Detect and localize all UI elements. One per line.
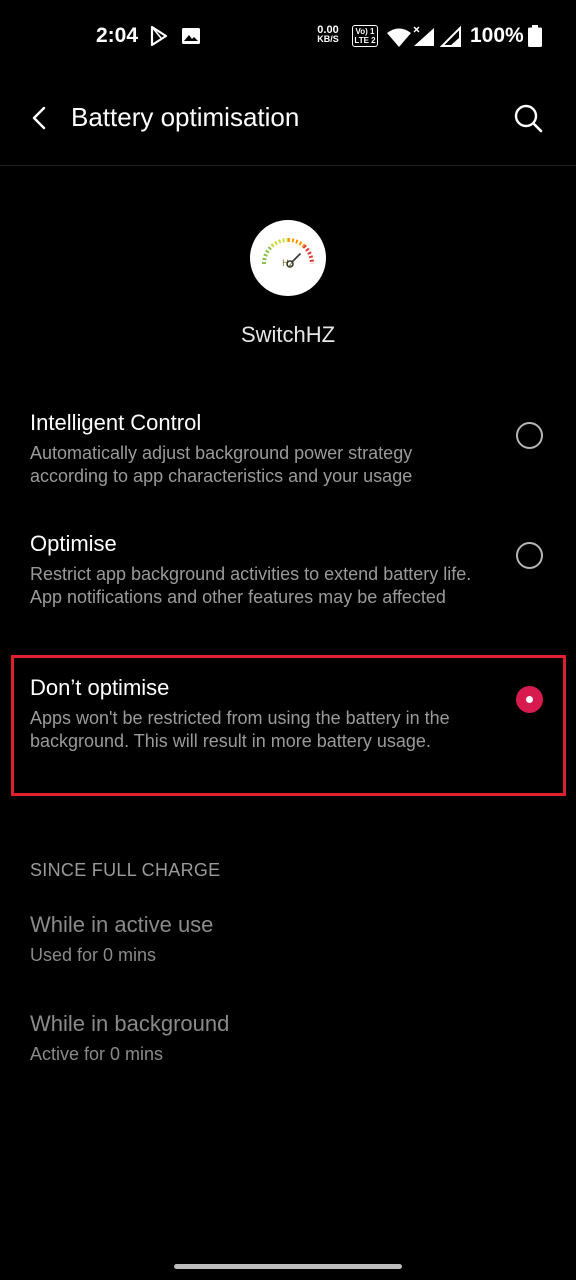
app-name: SwitchHZ <box>240 322 336 347</box>
option-title: Optimise <box>30 531 117 556</box>
section-header: SINCE FULL CHARGE <box>30 860 221 880</box>
back-arrow-icon <box>22 106 58 140</box>
image-icon <box>181 26 201 51</box>
wifi-icon <box>386 28 412 53</box>
usage-value: Active for 0 mins <box>30 1044 164 1064</box>
option-title: Intelligent Control <box>30 410 202 435</box>
option-description: Automatically adjust background power st… <box>30 443 413 486</box>
network-speed: 0.00 KB/S <box>317 24 339 44</box>
search-icon <box>508 104 548 142</box>
volte-badge: Vo) 1 LTE 2 <box>352 25 378 47</box>
status-bar: 2:04 0.00 KB/S Vo) 1 LTE 2 100% <box>0 0 576 74</box>
app-icon: Hz <box>250 220 326 296</box>
signal-icon <box>439 24 462 53</box>
app-bar: Battery optimisation <box>0 74 576 166</box>
back-button[interactable] <box>22 100 58 136</box>
status-time: 2:04 <box>96 24 139 47</box>
option-intelligent-control[interactable]: Intelligent Control Automatically adjust… <box>0 400 576 500</box>
usage-title: While in background <box>30 1011 230 1036</box>
play-store-icon <box>150 25 168 51</box>
signal-icon <box>412 24 436 53</box>
radio-optimise[interactable] <box>516 542 543 569</box>
radio-intelligent-control[interactable] <box>516 422 543 449</box>
battery-icon <box>528 25 542 52</box>
svg-text:Hz: Hz <box>282 259 294 269</box>
highlight-annotation-box <box>11 655 566 796</box>
usage-value: Used for 0 mins <box>30 945 157 965</box>
option-description: Restrict app background activities to ex… <box>30 564 472 607</box>
speedometer-icon: Hz <box>261 237 315 269</box>
battery-percent: 100% <box>470 24 524 47</box>
page-title: Battery optimisation <box>71 102 300 132</box>
option-optimise[interactable]: Optimise Restrict app background activit… <box>0 520 576 640</box>
home-indicator[interactable] <box>174 1264 402 1269</box>
search-button[interactable] <box>508 98 548 138</box>
usage-title: While in active use <box>30 912 214 937</box>
